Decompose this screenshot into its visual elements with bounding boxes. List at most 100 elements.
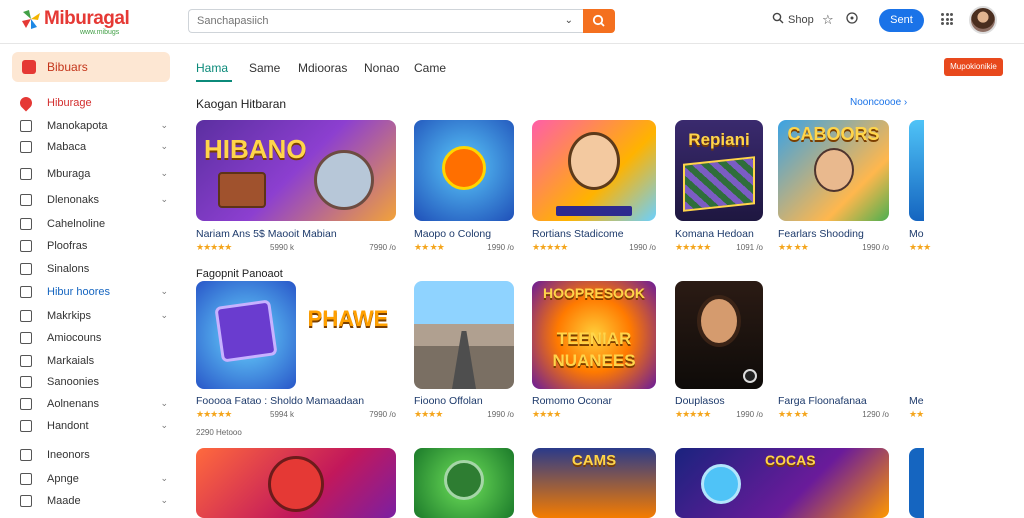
game-title[interactable]: Nariam Ans 5$ Maooit Mabian [196,228,337,240]
promo-button[interactable]: Mupokionikie [944,58,1003,76]
sidebar-item-label: Amiocouns [47,332,102,344]
star-icon[interactable]: ☆ [822,12,834,28]
sidebar-item-label: Handont [47,420,89,432]
sidebar-item[interactable]: Mburaga ⌄ [20,166,170,184]
game-card-image[interactable] [909,120,924,221]
menu-item-icon [20,141,32,153]
chevron-down-icon[interactable]: ⌄ [160,286,168,297]
download-count: 5994 k [270,410,295,419]
tab[interactable]: Same [249,61,280,75]
game-title[interactable]: Me [909,395,924,407]
file-size: 1990 /o [862,243,889,252]
shop-link[interactable]: Shop [788,14,814,26]
sidebar-item-label: Sinalons [47,263,90,275]
sidebar-item[interactable]: Hibur hoores ⌄ [20,284,170,302]
sidebar-item[interactable]: Mabaca ⌄ [20,139,170,157]
game-card-image[interactable] [414,281,514,389]
sidebar-item[interactable]: Amiocouns [20,330,170,348]
sidebar-item[interactable]: Handont ⌄ [20,418,170,436]
rating-stars: ★★★★ [414,409,443,419]
game-title[interactable]: Farga Floonafanaa [778,395,867,407]
game-card-image[interactable]: HIBANO [196,120,396,221]
sign-in-button[interactable]: Sent [879,9,924,32]
game-card-image[interactable] [196,448,396,518]
game-title[interactable]: Komana Hedoan [675,228,754,240]
apps-grid-icon[interactable] [941,13,953,25]
top-bar: Miburagal www.mibugs ⌄ Shop ☆ Sent [0,0,1024,44]
file-size: 1091 /o [736,243,763,252]
chevron-down-icon[interactable]: ⌄ [160,420,168,431]
game-title[interactable]: Mo [909,228,924,240]
rating-stars: ★★ ★★ [778,409,809,419]
game-title[interactable]: Fearlars Shooding [778,228,864,240]
sidebar-item[interactable]: Ploofras [20,238,170,256]
search-button[interactable] [583,9,615,33]
sidebar-item[interactable]: Dlenonaks ⌄ [20,192,170,210]
sidebar-item-label: Makrkips [47,310,92,322]
sidebar-item[interactable]: Cahelnoline [20,216,170,234]
menu-item-icon [20,168,32,180]
play-icon[interactable] [743,369,757,383]
logo[interactable]: Miburagal www.mibugs [20,8,130,36]
tab[interactable]: Hama [196,61,228,75]
game-card-image[interactable] [414,120,514,221]
game-card-image[interactable] [532,120,656,221]
game-title[interactable]: Fooooa Fatao : Sholdo Mamaadaan [196,395,364,407]
sidebar-item[interactable]: Aolnenans ⌄ [20,396,170,414]
see-all-link[interactable]: Nooncoooe › [850,97,907,108]
sidebar-item[interactable]: Makrkips ⌄ [20,308,170,326]
tab[interactable]: Came [414,61,446,75]
chevron-down-icon[interactable]: ⌄ [160,310,168,321]
rating-stars: ★★ ★★ [778,242,809,252]
sidebar-item[interactable]: Apnge ⌄ [20,471,170,489]
tab[interactable]: Nonao [364,61,399,75]
game-title[interactable]: Douplasos [675,395,725,407]
sidebar-header-item[interactable]: Bibuars [12,52,170,82]
close-icon [22,60,36,74]
game-card-image[interactable]: COCAS [675,448,889,518]
chevron-down-icon[interactable]: ⌄ [160,168,168,179]
game-art-title: HOOPRESOOK [543,285,645,301]
file-size: 1990 /o [487,410,514,419]
sidebar-item[interactable]: Markaials [20,353,170,371]
sidebar-item-label: Maade [47,495,81,507]
sidebar-item-label: Cahelnoline [47,218,106,230]
search-icon[interactable] [772,12,784,27]
search-box: ⌄ [188,9,583,33]
sidebar-item[interactable]: Sanoonies [20,374,170,392]
tab[interactable]: Mdiooras [298,61,347,75]
game-title[interactable]: Maopo o Colong [414,228,491,240]
game-card-image[interactable]: Repiani [675,120,763,221]
chevron-down-icon[interactable]: ⌄ [160,141,168,152]
file-size: 7990 /o [369,410,396,419]
sidebar-item[interactable]: Sinalons [20,261,170,279]
info-icon[interactable] [846,12,858,27]
game-card-image[interactable]: CABOORS [778,120,889,221]
sidebar-item[interactable]: Ineonors [20,447,170,465]
search-input[interactable] [189,10,549,32]
game-title[interactable]: Romomo Oconar [532,395,612,407]
game-card-image[interactable] [909,448,924,518]
game-card-image[interactable]: HOOPRESOOK TEENIAR NUANEES [532,281,656,389]
game-card-image[interactable] [675,281,763,389]
game-card-image[interactable]: CAMS [532,448,656,518]
chevron-down-icon[interactable]: ⌄ [160,398,168,409]
radio-shape [218,172,266,208]
chevron-down-icon[interactable]: ⌄ [160,495,168,506]
sidebar-item[interactable]: Maade ⌄ [20,493,170,511]
game-title[interactable]: Fioono Offolan [414,395,483,407]
chevron-down-icon[interactable]: ⌄ [160,120,168,131]
game-art-title: Repiani [688,130,750,149]
game-card-image[interactable] [414,448,514,518]
game-title[interactable]: Rortians Stadicome [532,228,624,240]
chevron-down-icon[interactable]: ⌄ [565,15,573,26]
sidebar-item[interactable]: Hiburage [17,94,170,113]
chevron-down-icon[interactable]: ⌄ [160,473,168,484]
sidebar-item-label: Mburaga [47,168,91,180]
game-art-title: COCAS [765,452,816,468]
game-card-image[interactable] [196,281,296,389]
chevron-down-icon[interactable]: ⌄ [160,194,168,205]
sidebar-item[interactable]: Manokapota ⌄ [20,118,170,136]
game-card-image[interactable]: PHAWE [300,296,396,362]
avatar[interactable] [969,6,997,34]
